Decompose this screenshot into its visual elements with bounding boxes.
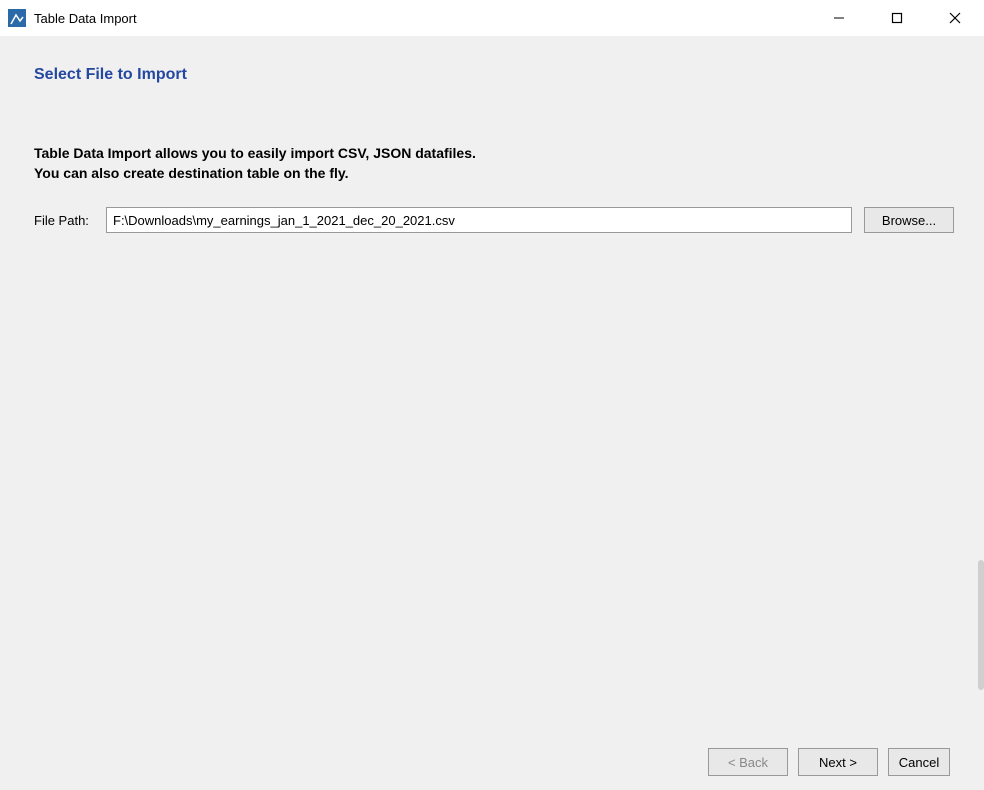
file-path-row: File Path: Browse...: [34, 207, 954, 233]
next-button[interactable]: Next >: [798, 748, 878, 776]
page-heading: Select File to Import: [34, 66, 954, 84]
browse-button[interactable]: Browse...: [864, 207, 954, 233]
window-title: Table Data Import: [34, 11, 137, 26]
wizard-footer: < Back Next > Cancel: [0, 734, 984, 790]
back-button: < Back: [708, 748, 788, 776]
description-line2: You can also create destination table on…: [34, 164, 954, 184]
close-button[interactable]: [926, 0, 984, 36]
file-path-input[interactable]: [106, 207, 852, 233]
window-controls: [810, 0, 984, 36]
title-bar: Table Data Import: [0, 0, 984, 36]
app-icon: [8, 9, 26, 27]
minimize-button[interactable]: [810, 0, 868, 36]
maximize-button[interactable]: [868, 0, 926, 36]
description-line1: Table Data Import allows you to easily i…: [34, 144, 954, 164]
file-path-label: File Path:: [34, 213, 94, 228]
content-area: Select File to Import Table Data Import …: [0, 36, 984, 734]
cancel-button[interactable]: Cancel: [888, 748, 950, 776]
description-text: Table Data Import allows you to easily i…: [34, 144, 954, 183]
scrollbar-thumb[interactable]: [978, 560, 984, 690]
